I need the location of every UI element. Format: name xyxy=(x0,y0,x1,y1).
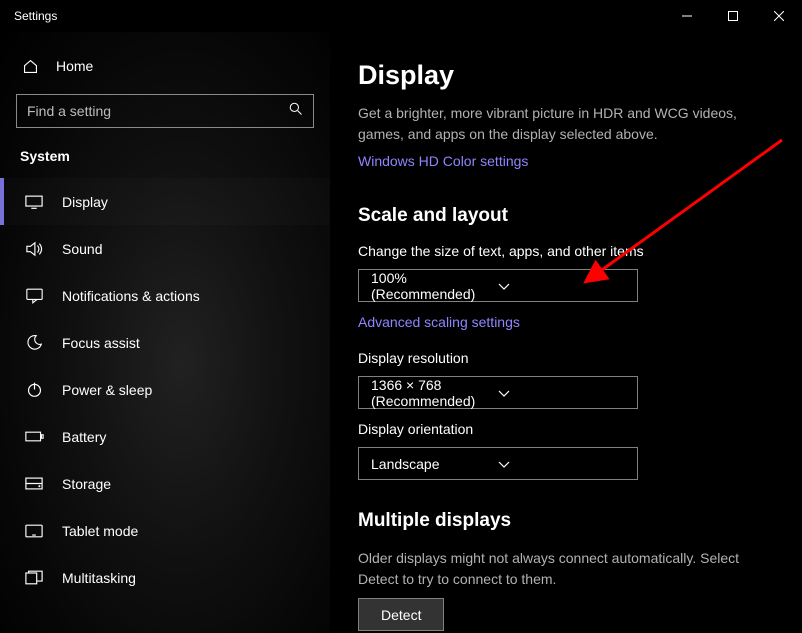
text-size-value: 100% (Recommended) xyxy=(371,270,498,302)
home-label: Home xyxy=(56,58,93,74)
nav-item-focus-assist[interactable]: Focus assist xyxy=(0,319,330,366)
nav-label: Tablet mode xyxy=(62,523,138,539)
notifications-icon xyxy=(24,286,44,306)
nav-item-notifications[interactable]: Notifications & actions xyxy=(0,272,330,319)
chevron-down-icon xyxy=(498,278,625,294)
nav-item-tablet-mode[interactable]: Tablet mode xyxy=(0,507,330,554)
nav-list: Display Sound Notifications & actions Fo… xyxy=(0,178,330,601)
home-nav[interactable]: Home xyxy=(0,46,330,86)
chevron-down-icon xyxy=(498,385,625,401)
nav-label: Power & sleep xyxy=(62,382,152,398)
detect-button-label: Detect xyxy=(381,607,421,623)
close-button[interactable] xyxy=(756,0,802,32)
nav-item-sound[interactable]: Sound xyxy=(0,225,330,272)
search-icon xyxy=(288,101,303,121)
nav-item-multitasking[interactable]: Multitasking xyxy=(0,554,330,601)
sidebar: Home System Display Sound xyxy=(0,32,330,633)
chevron-down-icon xyxy=(498,456,625,472)
sound-icon xyxy=(24,239,44,259)
minimize-button[interactable] xyxy=(664,0,710,32)
multiple-displays-desc: Older displays might not always connect … xyxy=(358,548,780,590)
nav-label: Sound xyxy=(62,241,102,257)
nav-item-storage[interactable]: Storage xyxy=(0,460,330,507)
maximize-button[interactable] xyxy=(710,0,756,32)
nav-item-power-sleep[interactable]: Power & sleep xyxy=(0,366,330,413)
resolution-value: 1366 × 768 (Recommended) xyxy=(371,377,498,409)
multiple-displays-heading: Multiple displays xyxy=(358,510,780,532)
nav-label: Focus assist xyxy=(62,335,140,351)
window-title: Settings xyxy=(0,9,57,23)
home-icon xyxy=(20,56,40,76)
nav-item-battery[interactable]: Battery xyxy=(0,413,330,460)
text-size-dropdown[interactable]: 100% (Recommended) xyxy=(358,269,638,302)
nav-label: Battery xyxy=(62,429,106,445)
detect-button[interactable]: Detect xyxy=(358,598,444,631)
resolution-label: Display resolution xyxy=(358,350,780,366)
titlebar: Settings xyxy=(0,0,802,32)
display-icon xyxy=(24,192,44,212)
orientation-label: Display orientation xyxy=(358,421,780,437)
nav-item-display[interactable]: Display xyxy=(0,178,330,225)
tablet-icon xyxy=(24,521,44,541)
nav-label: Storage xyxy=(62,476,111,492)
page-title: Display xyxy=(358,60,780,91)
section-heading: System xyxy=(0,142,330,178)
content-panel: Display Get a brighter, more vibrant pic… xyxy=(330,32,802,633)
resolution-dropdown[interactable]: 1366 × 768 (Recommended) xyxy=(358,376,638,409)
advanced-scaling-link[interactable]: Advanced scaling settings xyxy=(358,314,780,330)
hd-color-link[interactable]: Windows HD Color settings xyxy=(358,153,780,169)
nav-label: Multitasking xyxy=(62,570,136,586)
storage-icon xyxy=(24,474,44,494)
nav-label: Notifications & actions xyxy=(62,288,200,304)
orientation-dropdown[interactable]: Landscape xyxy=(358,447,638,480)
battery-icon xyxy=(24,427,44,447)
hdr-description: Get a brighter, more vibrant picture in … xyxy=(358,103,780,145)
search-input[interactable] xyxy=(27,103,288,119)
search-box[interactable] xyxy=(16,94,314,128)
focus-assist-icon xyxy=(24,333,44,353)
multitasking-icon xyxy=(24,568,44,588)
power-icon xyxy=(24,380,44,400)
orientation-value: Landscape xyxy=(371,456,498,472)
text-size-label: Change the size of text, apps, and other… xyxy=(358,243,780,259)
nav-label: Display xyxy=(62,194,108,210)
scale-heading: Scale and layout xyxy=(358,205,780,227)
